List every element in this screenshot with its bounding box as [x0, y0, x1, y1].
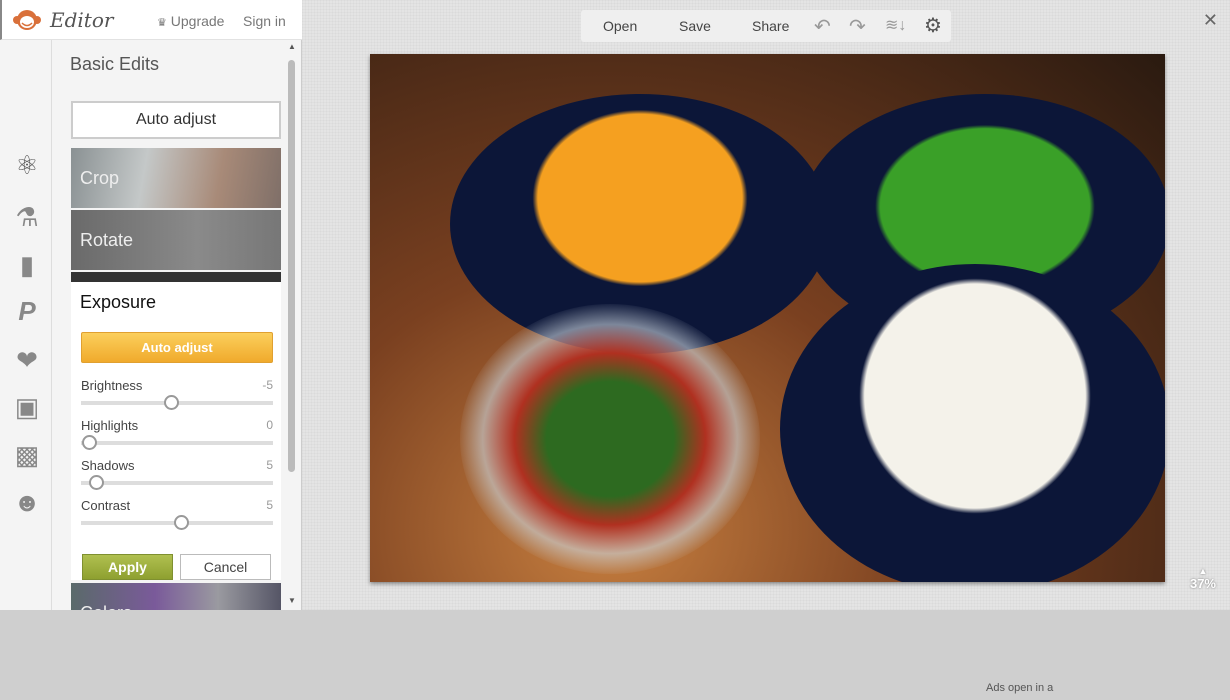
exposure-auto-adjust-button[interactable]: Auto adjust — [81, 332, 273, 363]
undo-icon[interactable]: ↶ — [814, 14, 831, 39]
exposure-panel: Exposure Auto adjust Brightness -5 Highlig… — [71, 272, 281, 580]
scroll-up-icon[interactable]: ▲ — [288, 42, 296, 51]
slider-label: Highlights — [81, 418, 139, 433]
slider-label: Contrast — [81, 498, 131, 513]
close-icon[interactable]: ✕ — [1203, 10, 1218, 31]
app-title: Editor — [50, 8, 114, 32]
top-toolbar: Open Save Share ↶ ↷ ≋↓ ⚙ — [581, 10, 951, 42]
zoom-level: 37% — [1189, 576, 1216, 591]
slider-value: 0 — [266, 418, 273, 432]
zoom-indicator[interactable]: ▲ 37% — [1190, 566, 1216, 591]
app-header: Editor ♛ Upgrade Sign in — [0, 0, 302, 40]
slider-knob[interactable] — [89, 475, 105, 490]
slider-shadows[interactable]: Shadows 5 — [81, 458, 273, 498]
overlays-icon[interactable]: ❤ — [12, 345, 42, 375]
touch-up-lipstick-icon[interactable]: ▮ — [12, 250, 42, 280]
sign-in-link[interactable]: Sign in — [243, 13, 286, 29]
effects-flask-icon[interactable]: ⚗ — [12, 202, 42, 232]
slider-track[interactable] — [81, 441, 273, 445]
seasonal-pumpkin-icon[interactable]: ☻ — [12, 487, 42, 517]
colors-card[interactable]: Colors — [71, 583, 281, 610]
exposure-title: Exposure — [80, 292, 157, 312]
crown-icon: ♛ — [157, 17, 167, 29]
slider-value: 5 — [266, 498, 273, 512]
apply-button[interactable]: Apply — [82, 554, 173, 580]
text-icon[interactable]: P — [12, 296, 42, 326]
slider-knob[interactable] — [81, 435, 97, 450]
frames-icon[interactable]: ▣ — [12, 392, 42, 422]
editor-canvas: Open Save Share ↶ ↷ ≋↓ ⚙ ✕ ▲ 37% — [302, 0, 1230, 610]
slider-label: Brightness — [81, 378, 143, 393]
scroll-down-icon[interactable]: ▼ — [288, 596, 296, 605]
upgrade-link[interactable]: ♛ Upgrade — [157, 13, 224, 29]
slider-label: Shadows — [81, 458, 135, 473]
settings-gear-icon[interactable]: ⚙ — [924, 13, 942, 38]
slider-highlights[interactable]: Highlights 0 — [81, 418, 273, 458]
basic-edits-icon[interactable]: ⚛ — [12, 150, 42, 180]
crop-card[interactable]: Crop — [71, 148, 281, 208]
slider-track[interactable] — [81, 481, 273, 485]
open-button[interactable]: Open — [603, 18, 637, 34]
zoom-up-icon: ▲ — [1198, 566, 1208, 576]
panel-scrollbar[interactable]: ▲ ▼ — [286, 40, 300, 610]
slider-value: -5 — [262, 378, 273, 392]
slider-contrast[interactable]: Contrast 5 — [81, 498, 273, 538]
rotate-card[interactable]: Rotate — [71, 210, 281, 270]
tool-category-bar: ⚛ ⚗ ▮ P ❤ ▣ ▩ ☻ — [2, 40, 52, 610]
slider-knob[interactable] — [173, 515, 189, 530]
layers-icon[interactable]: ≋↓ — [885, 15, 906, 35]
slider-knob[interactable] — [164, 395, 180, 410]
panel-title: Basic Edits — [70, 54, 160, 74]
slider-brightness[interactable]: Brightness -5 — [81, 378, 273, 418]
save-button[interactable]: Save — [679, 18, 711, 34]
left-sidebar: Editor ♛ Upgrade Sign in ⚛ ⚗ ▮ P ❤ ▣ ▩ ☻… — [0, 0, 302, 610]
ads-note: Ads open in a — [986, 682, 1054, 694]
slider-value: 5 — [266, 458, 273, 472]
textures-icon[interactable]: ▩ — [12, 440, 42, 470]
share-button[interactable]: Share — [752, 18, 789, 34]
photo-image — [370, 54, 1165, 582]
auto-adjust-button[interactable]: Auto adjust — [71, 101, 281, 139]
scrollbar-thumb[interactable] — [288, 60, 295, 472]
upgrade-label: Upgrade — [170, 13, 225, 29]
monkey-logo-icon — [13, 10, 41, 30]
basic-edits-panel: Basic Edits Auto adjust Crop Rotate Expo… — [52, 40, 286, 610]
redo-icon[interactable]: ↷ — [849, 14, 866, 39]
cancel-button[interactable]: Cancel — [180, 554, 271, 580]
